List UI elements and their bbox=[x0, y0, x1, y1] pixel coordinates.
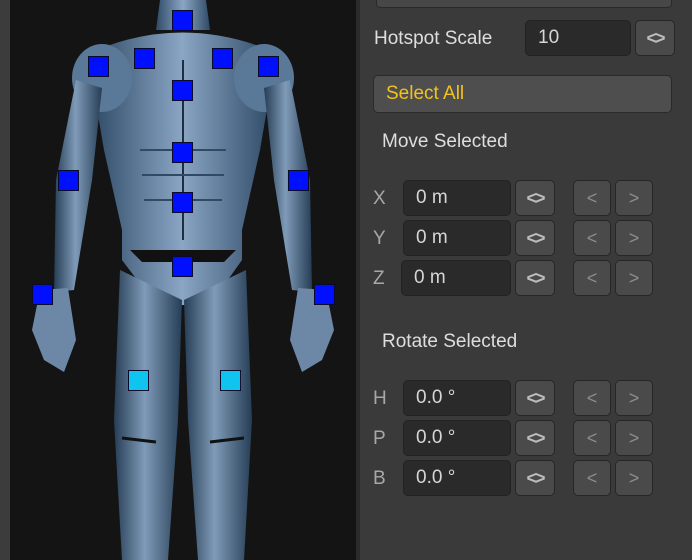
rotate-b-spin-button[interactable]: <> bbox=[515, 460, 555, 496]
hotspot-pelvis[interactable] bbox=[172, 256, 193, 277]
rotate-p-spin-button[interactable]: <> bbox=[515, 420, 555, 456]
rotate-p-decrement-button[interactable]: < bbox=[573, 420, 611, 456]
rotate-selected-title: Rotate Selected bbox=[382, 331, 518, 352]
rotate-b-decrement-button[interactable]: < bbox=[573, 460, 611, 496]
hotspot-scale-label: Hotspot Scale bbox=[374, 28, 493, 49]
hotspot-left-elbow[interactable] bbox=[288, 170, 309, 191]
move-selected-title: Move Selected bbox=[382, 131, 508, 152]
move-x-label: X bbox=[373, 188, 386, 209]
hotspot-left-hand[interactable] bbox=[314, 284, 335, 305]
left-panel bbox=[0, 0, 358, 560]
rotate-h-spin-button[interactable]: <> bbox=[515, 380, 555, 416]
move-y-increment-button[interactable]: > bbox=[615, 220, 653, 256]
move-y-input[interactable]: 0 m bbox=[403, 220, 511, 256]
rotate-b-increment-button[interactable]: > bbox=[615, 460, 653, 496]
rotate-h-decrement-button[interactable]: < bbox=[573, 380, 611, 416]
rotate-p-label: P bbox=[373, 428, 386, 449]
hotspot-right-knee-selected[interactable] bbox=[128, 370, 149, 391]
move-z-label: Z bbox=[373, 268, 385, 289]
hotspot-right-shoulder[interactable] bbox=[88, 56, 109, 77]
move-y-spin-button[interactable]: <> bbox=[515, 220, 555, 256]
top-field-partial[interactable] bbox=[376, 0, 672, 8]
hotspot-neck[interactable] bbox=[172, 10, 193, 31]
move-y-decrement-button[interactable]: < bbox=[573, 220, 611, 256]
move-z-decrement-button[interactable]: < bbox=[573, 260, 611, 296]
hotspot-spine[interactable] bbox=[172, 142, 193, 163]
move-x-increment-button[interactable]: > bbox=[615, 180, 653, 216]
rotate-h-label: H bbox=[373, 388, 387, 409]
move-z-input[interactable]: 0 m bbox=[401, 260, 511, 296]
rotate-h-input[interactable]: 0.0 ° bbox=[403, 380, 511, 416]
move-y-label: Y bbox=[373, 228, 386, 249]
move-x-spin-button[interactable]: <> bbox=[515, 180, 555, 216]
hotspot-left-shoulder[interactable] bbox=[258, 56, 279, 77]
rotate-b-input[interactable]: 0.0 ° bbox=[403, 460, 511, 496]
hotspot-left-collar[interactable] bbox=[212, 48, 233, 69]
rotate-h-increment-button[interactable]: > bbox=[615, 380, 653, 416]
hotspot-chest[interactable] bbox=[172, 80, 193, 101]
move-z-spin-button[interactable]: <> bbox=[515, 260, 555, 296]
hotspot-scale-input[interactable]: 10 bbox=[525, 20, 631, 56]
properties-panel: Hotspot Scale 10 <> Select All Move Sele… bbox=[360, 0, 692, 560]
rotate-p-increment-button[interactable]: > bbox=[615, 420, 653, 456]
select-all-button[interactable]: Select All bbox=[373, 75, 672, 113]
hotspot-right-hand[interactable] bbox=[32, 284, 53, 305]
move-x-input[interactable]: 0 m bbox=[403, 180, 511, 216]
move-z-increment-button[interactable]: > bbox=[615, 260, 653, 296]
move-x-decrement-button[interactable]: < bbox=[573, 180, 611, 216]
rotate-b-label: B bbox=[373, 468, 386, 489]
rotate-p-input[interactable]: 0.0 ° bbox=[403, 420, 511, 456]
character-viewport[interactable] bbox=[10, 0, 356, 560]
hotspot-right-elbow[interactable] bbox=[58, 170, 79, 191]
hotspot-right-collar[interactable] bbox=[134, 48, 155, 69]
hotspot-scale-spin-button[interactable]: <> bbox=[635, 20, 675, 56]
hotspot-waist[interactable] bbox=[172, 192, 193, 213]
hotspot-left-knee-selected[interactable] bbox=[220, 370, 241, 391]
